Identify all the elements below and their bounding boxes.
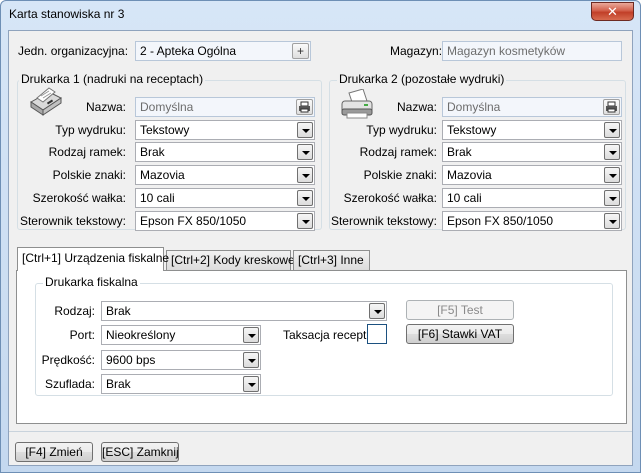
fiscal-speed-dropdown-arrow-icon[interactable] <box>243 352 259 368</box>
fiscal-tab-panel: Drukarka fiskalna Rodzaj: Brak [F5] Test… <box>16 270 627 424</box>
taxation-checkbox[interactable] <box>367 324 387 344</box>
org-unit-field[interactable]: 2 - Apteka Ogólna + <box>135 41 311 61</box>
p1-frames-select[interactable]: Brak <box>135 142 315 162</box>
p1-driver-dropdown-arrow-icon[interactable] <box>297 213 313 229</box>
fiscal-port-label: Port: <box>69 328 95 342</box>
p1-type-label: Typ wydruku: <box>55 123 126 137</box>
p2-width-value: 10 cali <box>447 191 482 205</box>
p1-frames-label: Rodzaj ramek: <box>48 145 126 159</box>
p2-frames-value: Brak <box>447 145 472 159</box>
fiscal-group-title: Drukarka fiskalna <box>43 275 140 289</box>
printer2-group-title: Drukarka 2 (pozostałe wydruki) <box>337 72 507 86</box>
close-button[interactable]: [ESC] Zamknij <box>101 442 179 462</box>
p2-frames-dropdown-arrow-icon[interactable] <box>604 144 620 160</box>
p1-name-field[interactable]: Domyślna <box>135 97 315 117</box>
p1-printer-settings-button[interactable] <box>296 99 313 115</box>
printer-small-icon <box>299 101 310 113</box>
window-title: Karta stanowiska nr 3 <box>9 7 125 21</box>
p1-width-select[interactable]: 10 cali <box>135 188 315 208</box>
p1-width-label: Szerokość wałka: <box>32 191 126 205</box>
org-unit-label: Jedn. organizacyjna: <box>18 44 129 58</box>
p2-chars-value: Mazovia <box>447 168 492 182</box>
p1-chars-label: Polskie znaki: <box>52 168 126 182</box>
warehouse-label: Magazyn: <box>390 44 443 58</box>
test-button[interactable]: [F5] Test <box>406 300 514 320</box>
fiscal-speed-value: 9600 bps <box>106 353 156 367</box>
taxation-label: Taksacja recept: <box>283 328 370 342</box>
warehouse-value: Magazyn kosmetyków <box>447 44 566 58</box>
p2-type-select[interactable]: Tekstowy <box>442 120 622 140</box>
fiscal-drawer-dropdown-arrow-icon[interactable] <box>243 376 259 392</box>
p1-width-dropdown-arrow-icon[interactable] <box>297 190 313 206</box>
org-unit-add-button[interactable]: + <box>292 43 309 59</box>
fiscal-kind-label: Rodzaj: <box>54 304 95 318</box>
p1-type-dropdown-arrow-icon[interactable] <box>297 122 313 138</box>
fiscal-drawer-value: Brak <box>106 377 131 391</box>
p1-frames-value: Brak <box>140 145 165 159</box>
p2-name-label: Nazwa: <box>396 100 437 114</box>
fiscal-drawer-label: Szuflada: <box>44 377 95 391</box>
p2-driver-label: Sterownik tekstowy: <box>330 214 437 228</box>
tab-fiscal-devices[interactable]: [Ctrl+1] Urządzenia fiskalne <box>17 247 169 271</box>
p1-type-value: Tekstowy <box>140 123 190 137</box>
fiscal-speed-select[interactable]: 9600 bps <box>101 350 261 370</box>
printer-small-icon <box>606 101 617 113</box>
warehouse-field[interactable]: Magazyn kosmetyków <box>442 41 622 61</box>
fiscal-port-dropdown-arrow-icon[interactable] <box>243 327 259 343</box>
p1-name-value: Domyślna <box>140 100 194 114</box>
p1-chars-select[interactable]: Mazovia <box>135 165 315 185</box>
change-button[interactable]: [F4] Zmień <box>15 442 93 462</box>
tab-other[interactable]: [Ctrl+3] Inne <box>293 250 370 270</box>
p2-width-select[interactable]: 10 cali <box>442 188 622 208</box>
p2-width-dropdown-arrow-icon[interactable] <box>604 190 620 206</box>
p2-driver-value: Epson FX 850/1050 <box>447 214 554 228</box>
fiscal-kind-select[interactable]: Brak <box>101 301 387 321</box>
p2-chars-label: Polskie znaki: <box>363 168 437 182</box>
vat-rates-button[interactable]: [F6] Stawki VAT <box>406 324 514 344</box>
p2-printer-settings-button[interactable] <box>603 99 620 115</box>
dialog-client-area: Jedn. organizacyjna: 2 - Apteka Ogólna +… <box>8 30 633 466</box>
p2-frames-label: Rodzaj ramek: <box>359 145 437 159</box>
p2-driver-dropdown-arrow-icon[interactable] <box>604 213 620 229</box>
p2-type-value: Tekstowy <box>447 123 497 137</box>
org-unit-value: 2 - Apteka Ogólna <box>140 44 237 58</box>
p2-frames-select[interactable]: Brak <box>442 142 622 162</box>
p1-chars-value: Mazovia <box>140 168 185 182</box>
close-window-button[interactable]: ✕ <box>591 2 634 21</box>
p1-driver-label: Sterownik tekstowy: <box>19 214 126 228</box>
p2-type-label: Typ wydruku: <box>366 123 437 137</box>
p1-driver-value: Epson FX 850/1050 <box>140 214 247 228</box>
p2-name-value: Domyślna <box>447 100 501 114</box>
p2-name-field[interactable]: Domyślna <box>442 97 622 117</box>
title-bar[interactable]: Karta stanowiska nr 3 ✕ <box>1 1 640 28</box>
p1-driver-select[interactable]: Epson FX 850/1050 <box>135 211 315 231</box>
footer-divider <box>9 431 632 432</box>
p1-name-label: Nazwa: <box>85 100 126 114</box>
p1-frames-dropdown-arrow-icon[interactable] <box>297 144 313 160</box>
fiscal-speed-label: Prędkość: <box>41 353 95 367</box>
p1-chars-dropdown-arrow-icon[interactable] <box>297 167 313 183</box>
fiscal-drawer-select[interactable]: Brak <box>101 374 261 394</box>
dialog-window: Karta stanowiska nr 3 ✕ Jedn. organizacy… <box>0 0 641 473</box>
tab-barcodes[interactable]: [Ctrl+2] Kody kreskowe <box>166 250 295 270</box>
p2-chars-select[interactable]: Mazovia <box>442 165 622 185</box>
p1-width-value: 10 cali <box>140 191 175 205</box>
fiscal-port-select[interactable]: Nieokreślony <box>101 325 261 345</box>
p2-type-dropdown-arrow-icon[interactable] <box>604 122 620 138</box>
fiscal-kind-value: Brak <box>106 304 131 318</box>
fiscal-kind-dropdown-arrow-icon[interactable] <box>369 303 385 319</box>
fiscal-port-value: Nieokreślony <box>106 328 176 342</box>
p2-width-label: Szerokość wałka: <box>343 191 437 205</box>
p2-chars-dropdown-arrow-icon[interactable] <box>604 167 620 183</box>
p2-driver-select[interactable]: Epson FX 850/1050 <box>442 211 622 231</box>
p1-type-select[interactable]: Tekstowy <box>135 120 315 140</box>
